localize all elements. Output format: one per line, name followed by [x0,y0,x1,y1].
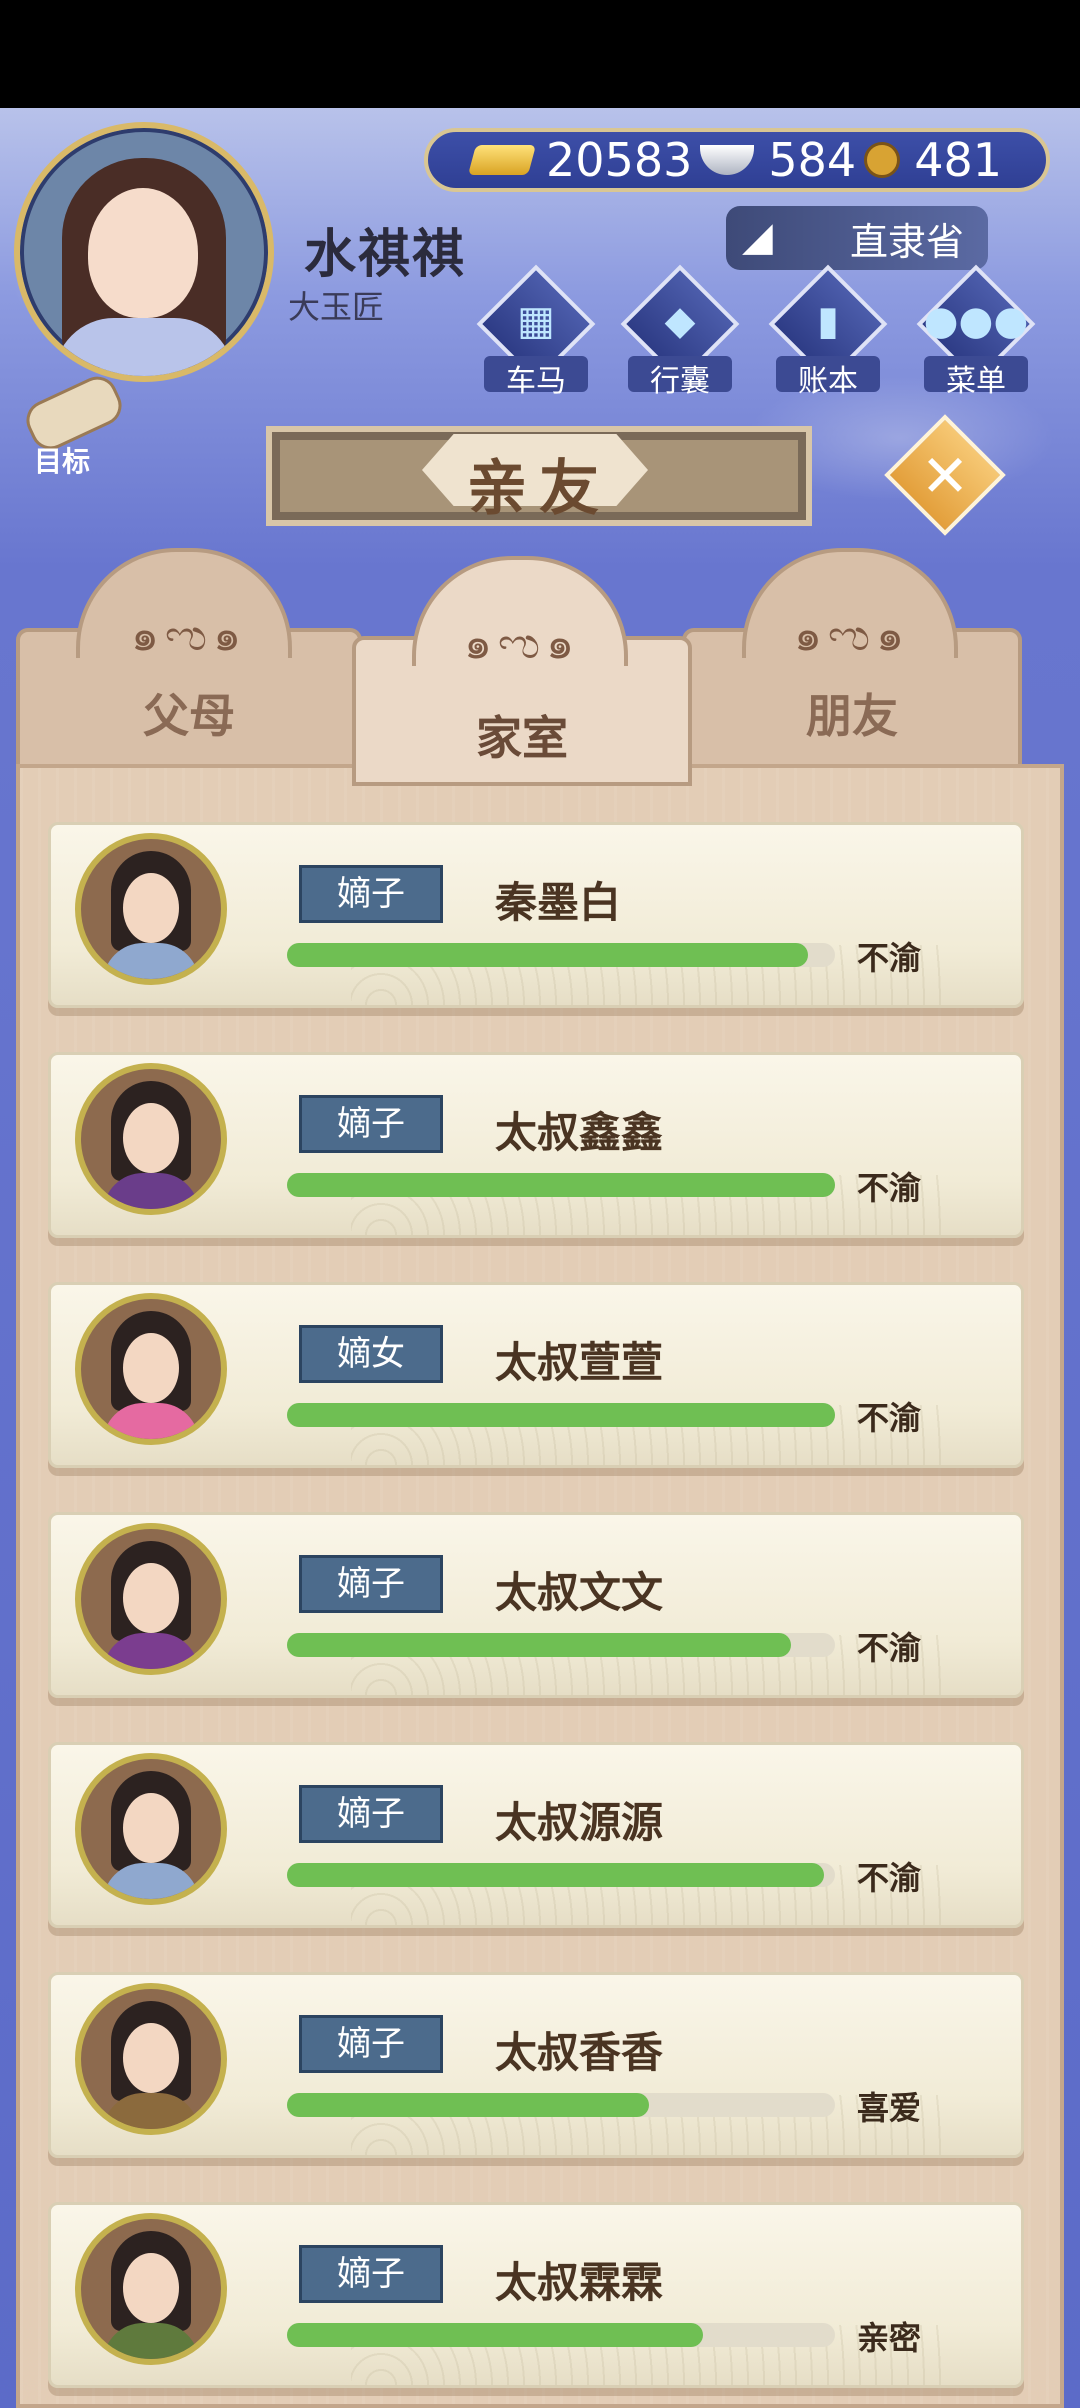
copper-amount: 481 [914,133,1002,187]
relationship-status: 不渝 [857,1859,922,1897]
relative-name: 太叔香香 [495,2028,664,2077]
relative-portrait[interactable] [75,833,227,985]
relative-portrait[interactable] [75,1063,227,1215]
affection-bar [287,2093,835,2117]
carriage-button[interactable]: ▦ 车马 [476,264,596,399]
carriage-icon: ▦ [517,298,555,344]
relationship-status: 喜爱 [857,2089,922,2127]
relationship-status: 亲密 [857,2319,922,2357]
relative-name: 太叔萱萱 [495,1338,664,1387]
relative-portrait[interactable] [75,2213,227,2365]
relation-tag: 嫡子 [299,1555,443,1613]
affection-fill [287,1633,792,1657]
more-icon: ●●● [923,298,1029,344]
relation-tag: 嫡子 [299,1785,443,1843]
relative-name: 太叔文文 [495,1568,664,1617]
relation-tag: 嫡子 [299,2015,443,2073]
affection-fill [287,943,808,967]
cloud-ornament-icon: ๑ಌ๑ [130,610,247,661]
relative-name: 秦墨白 [495,878,622,927]
relative-portrait[interactable] [75,1293,227,1445]
affection-fill [287,1173,835,1197]
relationship-status: 不渝 [857,1169,922,1207]
tab-family[interactable]: ๑ಌ๑ 家室 [352,556,692,786]
affection-fill [287,1403,835,1427]
relative-card[interactable]: 嫡女 太叔萱萱不渝 [48,1282,1024,1468]
relation-tag: 嫡子 [299,865,443,923]
relationship-status: 不渝 [857,939,922,977]
more-menu-button[interactable]: ●●● 菜单 [916,264,1036,399]
affection-fill [287,2323,704,2347]
gold-amount: 20583 [546,133,693,187]
relative-card[interactable]: 嫡子 太叔霖霖亲密 [48,2202,1024,2388]
ledger-icon: ▮ [816,298,839,344]
silver-amount: 584 [768,133,857,187]
relationship-status: 不渝 [857,1629,922,1667]
relative-card[interactable]: 嫡子 太叔文文不渝 [48,1512,1024,1698]
gold-ingot-icon [468,145,537,175]
goal-button[interactable]: 目标 [16,370,129,478]
affection-bar [287,1173,835,1197]
status-bar [0,0,1080,108]
tab-parents[interactable]: ๑ಌ๑ 父母 [16,548,362,778]
player-name: 水祺祺 [304,225,467,285]
currency-bar: 20583 584 481 [424,128,1050,192]
location-label: 直隶省 [849,219,964,264]
relative-portrait[interactable] [75,1983,227,2135]
relative-name: 太叔鑫鑫 [495,1108,664,1157]
player-avatar[interactable] [14,122,274,382]
panel-title: 亲友 [467,454,611,524]
relationship-status: 不渝 [857,1399,922,1437]
relative-name: 太叔源源 [495,1798,664,1847]
affection-bar [287,2323,835,2347]
close-icon[interactable]: ✕ [898,436,992,516]
relative-card[interactable]: 嫡子 太叔香香喜爱 [48,1972,1024,2158]
bag-icon: ◆ [664,298,696,344]
player-title: 大玉匠 [288,288,385,326]
silver-ingot-icon [700,145,755,175]
relative-portrait[interactable] [75,1523,227,1675]
crane-icon: ◢ [742,214,773,260]
relative-card[interactable]: 嫡子 秦墨白不渝 [48,822,1024,1008]
relative-name: 太叔霖霖 [495,2258,664,2307]
affection-bar [287,1633,835,1657]
affection-bar [287,1403,835,1427]
affection-fill [287,2093,649,2117]
cloud-ornament-icon: ๑ಌ๑ [793,610,910,661]
relation-tag: 嫡子 [299,2245,443,2303]
relative-card[interactable]: 嫡子 太叔鑫鑫不渝 [48,1052,1024,1238]
affection-fill [287,1863,825,1887]
location-button[interactable]: ◢ 直隶省 [726,206,988,270]
affection-bar [287,943,835,967]
relation-tag: 嫡子 [299,1095,443,1153]
tab-friends[interactable]: ๑ಌ๑ 朋友 [682,548,1022,778]
relation-tag: 嫡女 [299,1325,443,1383]
affection-bar [287,1863,835,1887]
relative-card[interactable]: 嫡子 太叔源源不渝 [48,1742,1024,1928]
relative-portrait[interactable] [75,1753,227,1905]
ledger-button[interactable]: ▮ 账本 [768,264,888,399]
panel-title-banner: 亲友 [266,426,812,526]
copper-coin-icon [864,142,901,178]
bag-button[interactable]: ◆ 行囊 [620,264,740,399]
cloud-ornament-icon: ๑ಌ๑ [463,618,580,669]
